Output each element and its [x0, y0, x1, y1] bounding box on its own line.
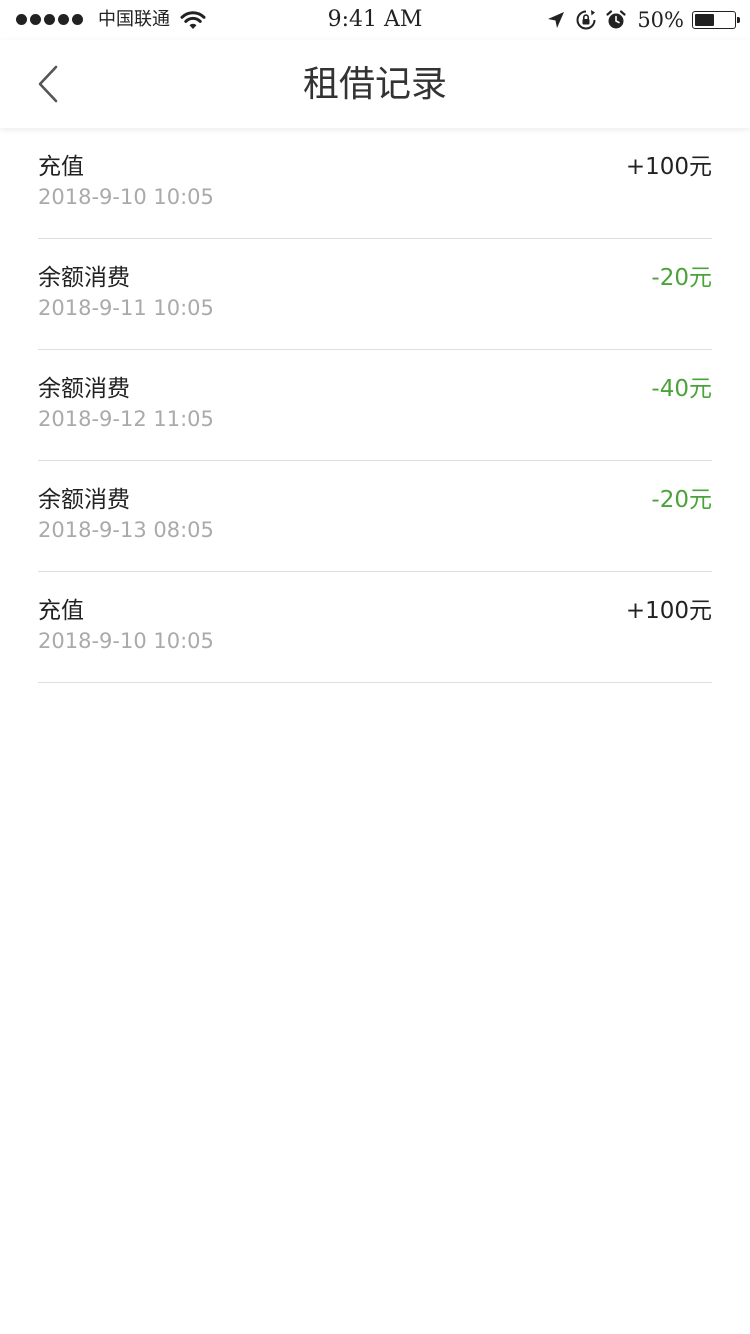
record-title: 余额消费	[38, 376, 130, 402]
record-amount: -40元	[651, 376, 712, 402]
record-title: 充值	[38, 154, 84, 180]
record-title: 余额消费	[38, 265, 130, 291]
status-bar: 中国联通 9:41 AM 50%	[0, 0, 750, 40]
alarm-icon	[606, 10, 626, 29]
battery-icon	[692, 11, 740, 29]
rotation-lock-icon	[576, 10, 596, 30]
record-title: 充值	[38, 598, 84, 624]
record-title: 余额消费	[38, 487, 130, 513]
record-list: 充值 2018-9-10 10:05 +100元 余额消费 2018-9-11 …	[38, 128, 712, 683]
page-title: 租借记录	[302, 64, 447, 105]
record-item[interactable]: 余额消费 2018-9-12 11:05 -40元	[38, 350, 712, 461]
record-time: 2018-9-13 08:05	[38, 518, 214, 542]
location-arrow-icon	[548, 12, 565, 28]
record-item[interactable]: 余额消费 2018-9-13 08:05 -20元	[38, 461, 712, 572]
battery-level-fill	[695, 14, 714, 26]
navigation-bar: 租借记录	[0, 40, 750, 128]
record-amount: -20元	[651, 265, 712, 291]
record-time: 2018-9-12 11:05	[38, 407, 214, 431]
record-amount: +100元	[625, 598, 712, 624]
record-item[interactable]: 充值 2018-9-10 10:05 +100元	[38, 128, 712, 239]
record-item[interactable]: 余额消费 2018-9-11 10:05 -20元	[38, 239, 712, 350]
record-time: 2018-9-10 10:05	[38, 629, 214, 653]
record-time: 2018-9-11 10:05	[38, 296, 214, 320]
record-item[interactable]: 充值 2018-9-10 10:05 +100元	[38, 572, 712, 683]
record-time: 2018-9-10 10:05	[38, 185, 214, 209]
battery-percentage: 50%	[637, 8, 684, 32]
record-amount: +100元	[625, 154, 712, 180]
record-amount: -20元	[651, 487, 712, 513]
